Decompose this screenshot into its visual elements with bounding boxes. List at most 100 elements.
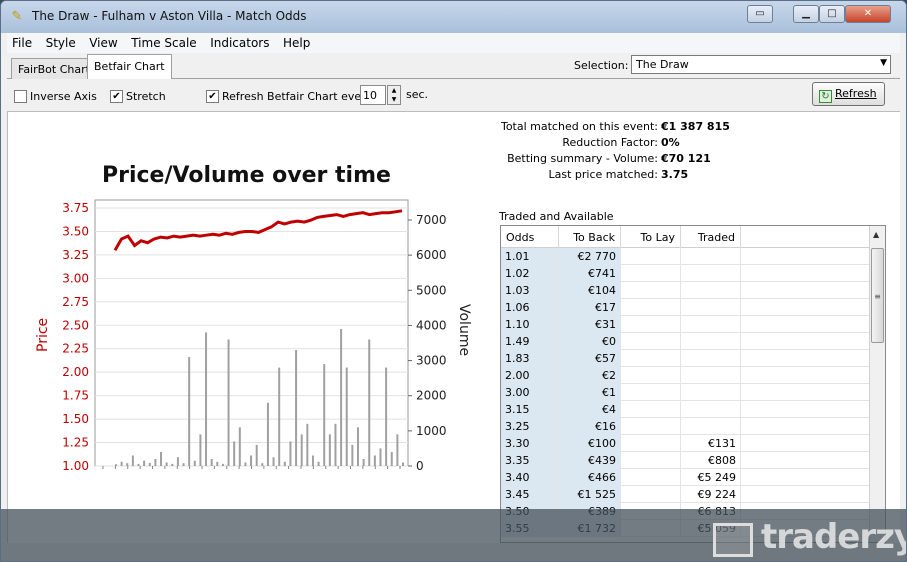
inverse-axis-checkbox[interactable] [14, 90, 27, 103]
y2-tick-label: 3000 [416, 354, 447, 368]
table-cell: €808 [681, 452, 741, 469]
inverse-axis-label: Inverse Axis [30, 90, 97, 103]
volume-bar [216, 461, 219, 466]
table-cell: €100 [559, 435, 621, 452]
y-tick-label: 2.00 [62, 365, 89, 379]
restore-window-icon[interactable]: ▭ [747, 5, 773, 23]
volume-bar [233, 441, 236, 466]
volume-bar [160, 451, 163, 466]
table-row[interactable]: 1.03 €104 [501, 282, 869, 299]
volume-bar [379, 448, 382, 466]
y2-tick-label: 5000 [416, 283, 447, 297]
menu-help[interactable]: Help [278, 33, 315, 53]
stretch-checkbox[interactable]: ✔ [110, 90, 123, 103]
summary-value: €1 387 815 [661, 120, 730, 133]
price-volume-chart: Price/Volume over time Price Volume 3.75… [35, 163, 472, 473]
table-cell [681, 316, 741, 333]
scroll-thumb[interactable]: ≡ [871, 248, 884, 343]
y-tick-label: 2.25 [62, 342, 89, 356]
table-row[interactable]: 1.10 €31 [501, 316, 869, 333]
refresh-icon: ↻ [819, 90, 832, 103]
traded-available-title: Traded and Available [499, 210, 614, 223]
tab-betfair-chart[interactable]: Betfair Chart [87, 54, 172, 79]
volume-bar [193, 460, 196, 466]
table-cell [621, 333, 681, 350]
table-row[interactable]: 1.06 €17 [501, 299, 869, 316]
menu-indicators[interactable]: Indicators [205, 33, 274, 53]
y2-tick-label: 2000 [416, 389, 447, 403]
table-row[interactable]: 3.40 €466 €5 249 [501, 469, 869, 486]
table-row[interactable]: 1.83 €57 [501, 350, 869, 367]
summary-label: Last price matched: [548, 168, 658, 181]
table-cell [681, 299, 741, 316]
col-to-back[interactable]: To Back [559, 226, 621, 248]
table-row[interactable]: 1.01 €2 770 [501, 248, 869, 265]
main-content: Price/Volume over time Price Volume 3.75… [7, 112, 900, 543]
table-row[interactable]: 3.15 €4 [501, 401, 869, 418]
table-row[interactable]: 1.02 €741 [501, 265, 869, 282]
volume-bar [261, 463, 264, 466]
table-row[interactable]: 3.00 €1 [501, 384, 869, 401]
col-to-lay[interactable]: To Lay [621, 226, 681, 248]
refresh-button[interactable]: ↻ Refresh [812, 82, 885, 106]
volume-bar [199, 434, 202, 466]
volume-bar [390, 451, 393, 466]
table-row[interactable]: 1.49 €0 [501, 333, 869, 350]
table-cell: 3.15 [501, 401, 559, 418]
volume-bar [238, 427, 241, 466]
table-row[interactable]: 3.25 €16 [501, 418, 869, 435]
table-scrollbar[interactable]: ▲ ≡ [869, 226, 885, 542]
volume-bar [137, 463, 140, 466]
table-cell: 1.49 [501, 333, 559, 350]
close-button[interactable]: ✕ [845, 5, 891, 23]
volume-bar [126, 463, 129, 466]
menu-view[interactable]: View [84, 33, 122, 53]
volume-bar [300, 434, 303, 466]
table-cell [681, 384, 741, 401]
volume-bar [148, 462, 151, 466]
summary-row: Total matched on this event: €1 387 815 [501, 120, 748, 136]
table-cell [681, 350, 741, 367]
selection-dropdown[interactable]: The Draw ▼ [631, 55, 891, 74]
table-row[interactable]: 3.45 €1 525 €9 224 [501, 486, 869, 503]
table-cell: €104 [559, 282, 621, 299]
volume-bar [143, 460, 146, 466]
scroll-up-icon[interactable]: ▲ [873, 230, 879, 239]
chevron-down-icon: ▼ [880, 58, 887, 68]
minimize-button[interactable]: ▁ [793, 5, 819, 23]
table-cell: 1.10 [501, 316, 559, 333]
tab-fairbot-chart[interactable]: FairBot Chart [11, 58, 97, 79]
summary-label: Reduction Factor: [562, 136, 658, 149]
table-cell: €2 [559, 367, 621, 384]
table-cell: 3.40 [501, 469, 559, 486]
volume-bar [154, 458, 157, 466]
table-cell: 1.83 [501, 350, 559, 367]
volume-bar [250, 455, 253, 466]
summary-value: €70 121 [661, 152, 711, 165]
y-tick-label: 2.75 [62, 295, 89, 309]
table-row[interactable]: 3.35 €439 €808 [501, 452, 869, 469]
table-row[interactable]: 3.30 €100 €131 [501, 435, 869, 452]
y2-tick-label: 6000 [416, 248, 447, 262]
table-cell: €17 [559, 299, 621, 316]
volume-bar [227, 339, 230, 466]
refresh-interval-input[interactable]: 10 [360, 85, 386, 105]
title-bar[interactable]: ✎ The Draw - Fulham v Aston Villa - Matc… [1, 1, 906, 33]
interval-stepper[interactable]: ▲ ▼ [387, 85, 401, 105]
maximize-button[interactable]: □ [819, 5, 845, 23]
refresh-every-checkbox[interactable]: ✔ [206, 90, 219, 103]
menu-style[interactable]: Style [41, 33, 81, 53]
volume-bar [323, 364, 326, 466]
refresh-button-label: Refresh [835, 87, 877, 100]
col-traded[interactable]: Traded [681, 226, 741, 248]
summary-row: Betting summary - Volume: €70 121 [507, 152, 748, 168]
menu-time-scale[interactable]: Time Scale [126, 33, 201, 53]
table-row[interactable]: 2.00 €2 [501, 367, 869, 384]
col-odds[interactable]: Odds [501, 226, 559, 248]
volume-bar [244, 462, 247, 466]
menu-file[interactable]: File [7, 33, 37, 53]
table-body: 1.01 €2 770 1.02 €741 1.03 €104 1.06 €17 1.10 €31… [501, 248, 869, 537]
volume-bar [171, 463, 174, 466]
table-cell: €4 [559, 401, 621, 418]
volume-bar [221, 463, 224, 466]
